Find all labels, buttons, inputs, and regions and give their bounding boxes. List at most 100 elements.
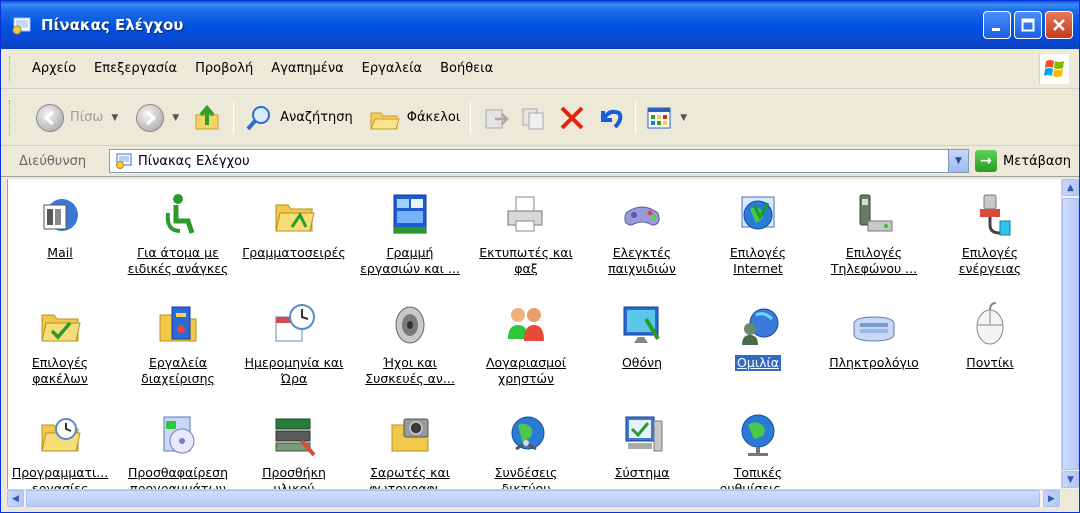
horizontal-scrollbar[interactable]: ◀ ▶ <box>7 489 1061 507</box>
scanner-camera-icon <box>386 411 434 459</box>
address-label: Διεύθυνση <box>19 154 87 169</box>
taskbar-icon <box>386 191 434 239</box>
minimize-button[interactable] <box>983 11 1011 39</box>
icon-view[interactable]: Mail Για άτομα με ειδικές ανάγκες Γραμματοσ… <box>7 179 1063 489</box>
vertical-scrollbar[interactable]: ▲ ▼ <box>1061 179 1079 489</box>
resize-grip[interactable] <box>1061 489 1079 507</box>
maximize-button[interactable] <box>1014 11 1042 39</box>
item-label: Λογαριασμοί <box>486 355 566 370</box>
item-label: Ημερομηνία και <box>244 355 344 370</box>
control-panel-item[interactable]: Σύστημα <box>585 411 699 481</box>
control-panel-item[interactable]: Οθόνη <box>585 301 699 371</box>
control-panel-item[interactable]: Γραμματοσειρές <box>237 191 351 261</box>
item-label: Mail <box>47 245 73 260</box>
control-panel-item[interactable]: Προσθαφαίρεση προγραμμάτων <box>121 411 235 489</box>
move-to-button[interactable] <box>477 99 515 137</box>
back-dropdown-icon[interactable]: ▼ <box>111 113 118 123</box>
menu-tools[interactable]: Εργαλεία <box>360 57 424 80</box>
control-panel-item[interactable]: Προσθήκη υλικού <box>237 411 351 489</box>
control-panel-item[interactable]: Σαρωτές και φωτογραφι... <box>353 411 467 489</box>
control-panel-item[interactable]: Ποντίκι <box>933 301 1047 371</box>
back-arrow-icon <box>36 103 64 132</box>
forward-button[interactable]: ▼ <box>132 100 183 136</box>
views-button[interactable]: ▼ <box>642 101 691 135</box>
menu-favorites[interactable]: Αγαπημένα <box>269 57 345 80</box>
undo-icon <box>601 109 623 128</box>
menu-file[interactable]: Αρχείο <box>30 57 78 80</box>
control-panel-item[interactable]: Εκτυπωτές και φαξ <box>469 191 583 277</box>
vertical-scroll-thumb[interactable] <box>1062 198 1079 470</box>
control-panel-item[interactable]: Λογαριασμοί χρηστών <box>469 301 583 387</box>
close-button[interactable] <box>1045 11 1073 39</box>
menu-view[interactable]: Προβολή <box>193 57 255 80</box>
delete-button[interactable] <box>553 99 591 137</box>
fonts-folder-icon <box>270 191 318 239</box>
go-button[interactable]: → Μετάβαση <box>975 150 1071 172</box>
toolbar-grip[interactable] <box>9 99 12 136</box>
control-panel-item[interactable]: Επιλογές ενέργειας <box>933 191 1047 277</box>
control-panel-item[interactable]: Επιλογές φακέλων <box>8 301 117 387</box>
folders-button[interactable]: Φάκελοι <box>365 99 465 137</box>
control-panel-item[interactable]: Γραμμή εργασιών και ... <box>353 191 467 277</box>
control-panel-item[interactable]: Ημερομηνία και Ώρα <box>237 301 351 387</box>
menu-grip[interactable] <box>9 55 12 82</box>
scroll-down-button[interactable]: ▼ <box>1062 471 1079 488</box>
network-icon <box>502 411 550 459</box>
control-panel-item[interactable]: Ομιλία <box>701 301 815 371</box>
go-label: Μετάβαση <box>1003 153 1071 169</box>
mail-icon <box>36 191 84 239</box>
address-dropdown-icon[interactable]: ▼ <box>948 150 968 172</box>
item-label: ειδικές ανάγκες <box>127 261 229 276</box>
control-panel-item[interactable]: Προγραμματι... εργασίες <box>8 411 117 489</box>
delete-x-icon <box>560 106 584 129</box>
scroll-right-button[interactable]: ▶ <box>1043 490 1060 507</box>
search-label: Αναζήτηση <box>280 110 353 125</box>
go-arrow-icon: → <box>975 150 997 172</box>
item-label: Προσθήκη <box>262 465 326 480</box>
accessibility-icon <box>154 191 202 239</box>
address-field[interactable]: Πίνακας Ελέγχου ▼ <box>109 149 969 173</box>
item-label: Ώρα <box>280 371 308 386</box>
title-bar[interactable]: Πίνακας Ελέγχου <box>1 1 1079 49</box>
menu-help[interactable]: Βοήθεια <box>438 57 495 80</box>
control-panel-item[interactable]: Πληκτρολόγιο <box>817 301 931 371</box>
item-label: Εκτυπωτές και <box>479 245 573 260</box>
horizontal-scroll-thumb[interactable] <box>26 490 1040 507</box>
control-panel-item[interactable]: Εργαλεία διαχείρισης <box>121 301 235 387</box>
scroll-left-button[interactable]: ◀ <box>7 490 24 507</box>
search-icon <box>246 105 271 130</box>
item-label: Επιλογές <box>31 355 89 370</box>
folders-label: Φάκελοι <box>406 110 461 125</box>
display-icon <box>618 301 666 349</box>
forward-dropdown-icon[interactable]: ▼ <box>172 113 179 123</box>
item-label: Internet <box>733 261 783 276</box>
item-label: Επιλογές <box>729 245 787 260</box>
control-panel-item[interactable]: Ήχοι και Συσκευές αν... <box>353 301 467 387</box>
back-button[interactable]: Πίσω ▼ <box>32 100 122 136</box>
menu-edit[interactable]: Επεξεργασία <box>92 57 179 80</box>
control-panel-item[interactable]: Επιλογές Internet <box>701 191 815 277</box>
control-panel-item[interactable]: Mail <box>8 191 117 261</box>
control-panel-item[interactable]: Επιλογές Τηλεφώνου ... <box>817 191 931 277</box>
control-panel-item[interactable]: Συνδέσεις δικτύου <box>469 411 583 489</box>
item-label: φωτογραφι... <box>369 481 451 489</box>
control-panel-item[interactable]: Για άτομα με ειδικές ανάγκες <box>121 191 235 277</box>
item-label: Ελεγκτές <box>612 245 672 260</box>
regional-globe-icon <box>734 411 782 459</box>
item-label: Ήχοι και <box>383 355 437 370</box>
control-panel-item[interactable]: Ελεγκτές παιχνιδιών <box>585 191 699 277</box>
standard-toolbar: Πίσω ▼ ▼ Αναζήτηση Φάκελοι ▼ <box>1 90 1079 146</box>
control-panel-icon <box>11 15 33 35</box>
undo-button[interactable] <box>591 99 629 137</box>
windows-logo-icon <box>1039 54 1069 84</box>
item-label: Γραμματοσειρές <box>242 245 346 260</box>
views-dropdown-icon[interactable]: ▼ <box>680 113 687 123</box>
control-panel-item[interactable]: Τοπικές ρυθμίσεις ... <box>701 411 815 489</box>
search-button[interactable]: Αναζήτηση <box>240 99 357 137</box>
scroll-up-button[interactable]: ▲ <box>1062 179 1079 196</box>
item-label: φακέλων <box>32 371 88 386</box>
up-folder-button[interactable] <box>189 99 227 137</box>
close-icon <box>1053 19 1065 31</box>
speaker-icon <box>386 301 434 349</box>
copy-to-button[interactable] <box>515 99 553 137</box>
